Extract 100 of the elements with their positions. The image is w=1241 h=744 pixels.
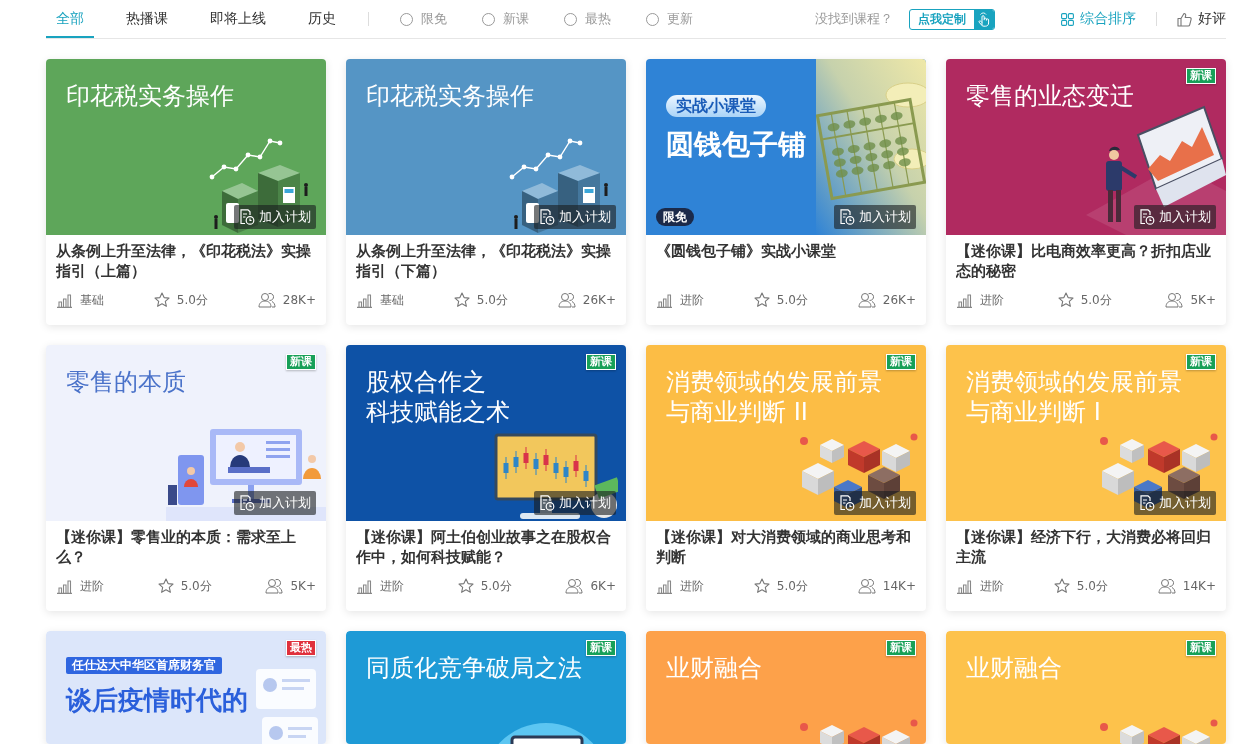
bar-chart-icon — [356, 578, 373, 594]
document-clock-icon — [539, 209, 555, 225]
course-card[interactable]: 零售的本质 新课 加入计划 【迷你课】零售业的本质：需求至上么？ 进阶 5.0分 5K+ — [46, 345, 326, 611]
course-card[interactable]: 任仕达大中华区首席财务官 谈后疫情时代的 最热 — [46, 631, 326, 744]
line-point — [533, 166, 539, 172]
hand-pointer-icon — [974, 9, 994, 29]
difficulty-label: 进阶 — [80, 577, 104, 595]
cover-title: 消费领域的发展前景 与商业判断 I — [966, 367, 1182, 427]
course-card[interactable]: 股权合作之 科技赋能之术 新课 加入计划 【迷你课】阿土伯创业故事之在股权合作中，如何科技赋能？ 进阶 5.0分 6K+ — [346, 345, 626, 611]
course-title: 【迷你课】阿土伯创业故事之在股权合作中，如何科技赋能？ — [356, 527, 612, 567]
rating-text: 5.0分 — [1076, 577, 1108, 595]
learner-count: 5K+ — [290, 579, 316, 593]
cover-tag: 实战小课堂 — [666, 95, 766, 117]
add-to-plan-button[interactable]: 加入计划 — [834, 491, 916, 515]
cover-title: 圆钱包子铺 — [666, 127, 806, 163]
course-badge: 新课 — [886, 354, 916, 370]
learner-count: 26K+ — [882, 293, 916, 307]
people-icon — [857, 578, 876, 594]
add-to-plan-button[interactable]: 加入计划 — [234, 491, 316, 515]
course-card[interactable]: 零售的业态变迁 新课 加入计划 【迷你课】比电商效率更高？折扣店业态的秘密 进阶 5.0分 5K+ — [946, 59, 1226, 325]
line-point — [267, 138, 273, 144]
course-badge: 新课 — [886, 640, 916, 656]
line-point — [557, 154, 563, 160]
difficulty-label: 基础 — [380, 291, 404, 309]
add-to-plan-button[interactable]: 加入计划 — [1134, 491, 1216, 515]
tab[interactable]: 历史 — [298, 0, 346, 38]
cover-title: 业财融合 — [966, 653, 1062, 683]
tab[interactable]: 即将上线 — [200, 0, 276, 38]
cover-title: 零售的本质 — [66, 367, 186, 397]
course-badge: 新课 — [1186, 354, 1216, 370]
course-title: 【迷你课】经济下行，大消费必将回归主流 — [956, 527, 1212, 567]
add-to-plan-button[interactable]: 加入计划 — [534, 491, 616, 515]
bar-chart-icon — [656, 578, 673, 594]
document-clock-icon — [239, 209, 255, 225]
line-point — [577, 140, 583, 146]
prompt-text: 没找到课程？ — [815, 10, 893, 28]
add-to-plan-button[interactable]: 加入计划 — [534, 205, 616, 229]
bar-chart-icon — [56, 578, 73, 594]
people-icon — [557, 292, 576, 308]
rating-text: 5.0分 — [1080, 291, 1112, 309]
star-icon — [753, 292, 770, 308]
star-icon — [1057, 292, 1074, 308]
bar-chart-icon — [956, 578, 973, 594]
learner-count: 6K+ — [590, 579, 616, 593]
course-badge: 新课 — [286, 354, 316, 370]
rating-text: 5.0分 — [476, 291, 508, 309]
course-badge: 新课 — [586, 354, 616, 370]
rating-text: 5.0分 — [776, 291, 808, 309]
document-clock-icon — [1139, 209, 1155, 225]
cover-title: 印花税实务操作 — [66, 81, 234, 111]
cover-title: 谈后疫情时代的 — [66, 684, 248, 717]
document-clock-icon — [539, 495, 555, 511]
thumbs-up-icon — [1177, 11, 1192, 27]
cover-title: 业财融合 — [666, 653, 762, 683]
cover-title: 股权合作之 科技赋能之术 — [366, 367, 510, 427]
course-card[interactable]: 实战小课堂 圆钱包子铺 限免 加入计划 《圆钱包子铺》实战小课堂 进阶 5.0分 26K+ — [646, 59, 926, 325]
people-icon — [257, 292, 276, 308]
course-badge: 最热 — [286, 640, 316, 656]
course-card[interactable]: 印花税实务操作 加入计划 从条例上升至法律，《印花税法》实操指引（上篇） 基础 5.0分 28K+ — [46, 59, 326, 325]
rating-text: 5.0分 — [180, 577, 212, 595]
add-to-plan-button[interactable]: 加入计划 — [834, 205, 916, 229]
document-clock-icon — [1139, 495, 1155, 511]
course-title: 从条例上升至法律，《印花税法》实操指引（下篇） — [356, 241, 612, 281]
rating-text: 5.0分 — [480, 577, 512, 595]
sort-button[interactable]: 好评 — [1177, 10, 1226, 28]
line-point — [245, 152, 251, 158]
difficulty-label: 进阶 — [380, 577, 404, 595]
difficulty-label: 进阶 — [980, 291, 1004, 309]
course-card[interactable]: 消费领域的发展前景 与商业判断 I 新课 加入计划 【迷你课】经济下行，大消费必将回归主流 进阶 5.0分 14K+ — [946, 345, 1226, 611]
people-icon — [1157, 578, 1176, 594]
star-icon — [157, 578, 174, 594]
cover-title: 消费领域的发展前景 与商业判断 II — [666, 367, 882, 427]
star-icon — [1053, 578, 1070, 594]
bar-chart-icon — [356, 292, 373, 308]
course-title: 从条例上升至法律，《印花税法》实操指引（上篇） — [56, 241, 312, 281]
people-icon — [857, 292, 876, 308]
trend-line — [211, 140, 281, 178]
add-to-plan-button[interactable]: 加入计划 — [1134, 205, 1216, 229]
document-clock-icon — [239, 495, 255, 511]
course-title: 【迷你课】对大消费领域的商业思考和判断 — [656, 527, 912, 567]
difficulty-label: 进阶 — [680, 291, 704, 309]
add-to-plan-button[interactable]: 加入计划 — [234, 205, 316, 229]
cover-title: 印花税实务操作 — [366, 81, 534, 111]
course-card[interactable]: 消费领域的发展前景 与商业判断 II 新课 加入计划 【迷你课】对大消费领域的商业思考和判断 进阶 5.0分 14K+ — [646, 345, 926, 611]
course-badge: 新课 — [1186, 68, 1216, 84]
line-point — [521, 164, 527, 170]
free-tag: 限免 — [656, 208, 694, 226]
people-icon — [1165, 292, 1184, 308]
document-clock-icon — [839, 209, 855, 225]
star-icon — [153, 292, 170, 308]
course-title: 【迷你课】零售业的本质：需求至上么？ — [56, 527, 297, 567]
cover-title: 同质化竞争破局之法 — [366, 653, 582, 683]
trend-line — [511, 140, 581, 178]
line-point — [209, 174, 215, 180]
learner-count: 14K+ — [882, 579, 916, 593]
tab[interactable]: 热播课 — [116, 0, 178, 38]
people-icon — [265, 578, 284, 594]
difficulty-label: 进阶 — [680, 577, 704, 595]
course-card[interactable]: 印花税实务操作 加入计划 从条例上升至法律，《印花税法》实操指引（下篇） 基础 5.0分 26K+ — [346, 59, 626, 325]
grid-icon — [1061, 12, 1074, 26]
